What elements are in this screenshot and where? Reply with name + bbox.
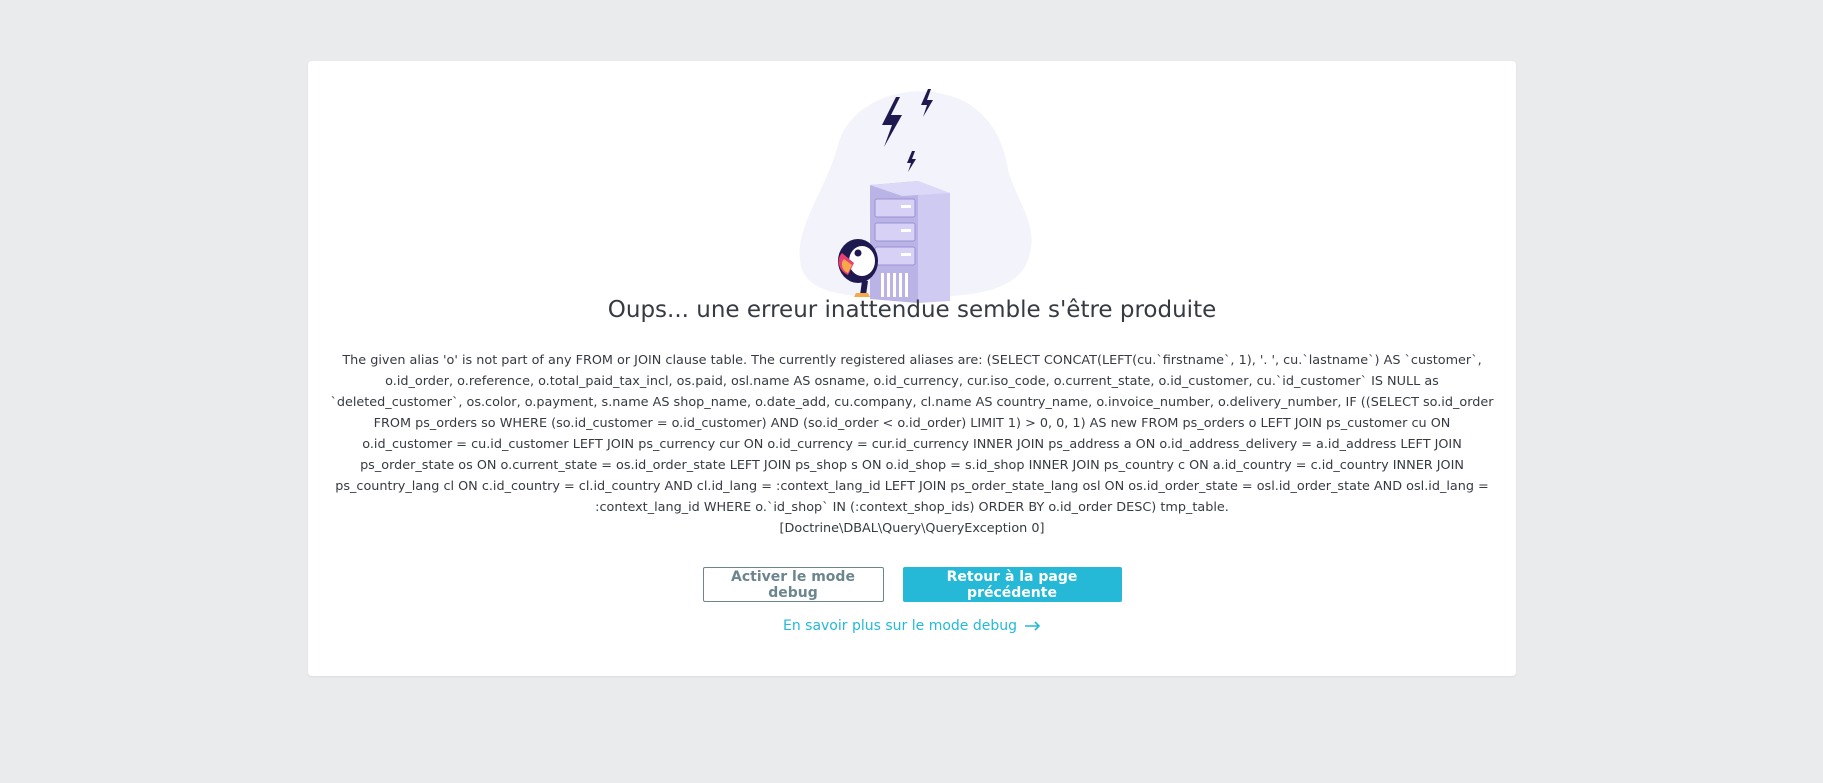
actions-group: Activer le mode debug Retour à la page p… [308, 567, 1516, 602]
error-message-text: The given alias 'o' is not part of any F… [330, 353, 1494, 515]
page-title: Oups... une erreur inattendue semble s'ê… [607, 297, 1217, 323]
back-button[interactable]: Retour à la page précédente [902, 567, 1122, 602]
arrow-right-icon [1025, 621, 1041, 631]
exception-label: [Doctrine\DBAL\Query\QueryException 0] [779, 521, 1045, 536]
learn-more-debug-link[interactable]: En savoir plus sur le mode debug [783, 618, 1041, 634]
error-message: The given alias 'o' is not part of any F… [330, 350, 1494, 539]
learn-more-link-label: En savoir plus sur le mode debug [782, 618, 1017, 634]
error-card: Oups... une erreur inattendue semble s'ê… [308, 61, 1516, 676]
server-error-illustration [799, 89, 1032, 303]
enable-debug-button[interactable]: Activer le mode debug [702, 567, 884, 602]
learn-more-row: En savoir plus sur le mode debug [308, 618, 1516, 634]
